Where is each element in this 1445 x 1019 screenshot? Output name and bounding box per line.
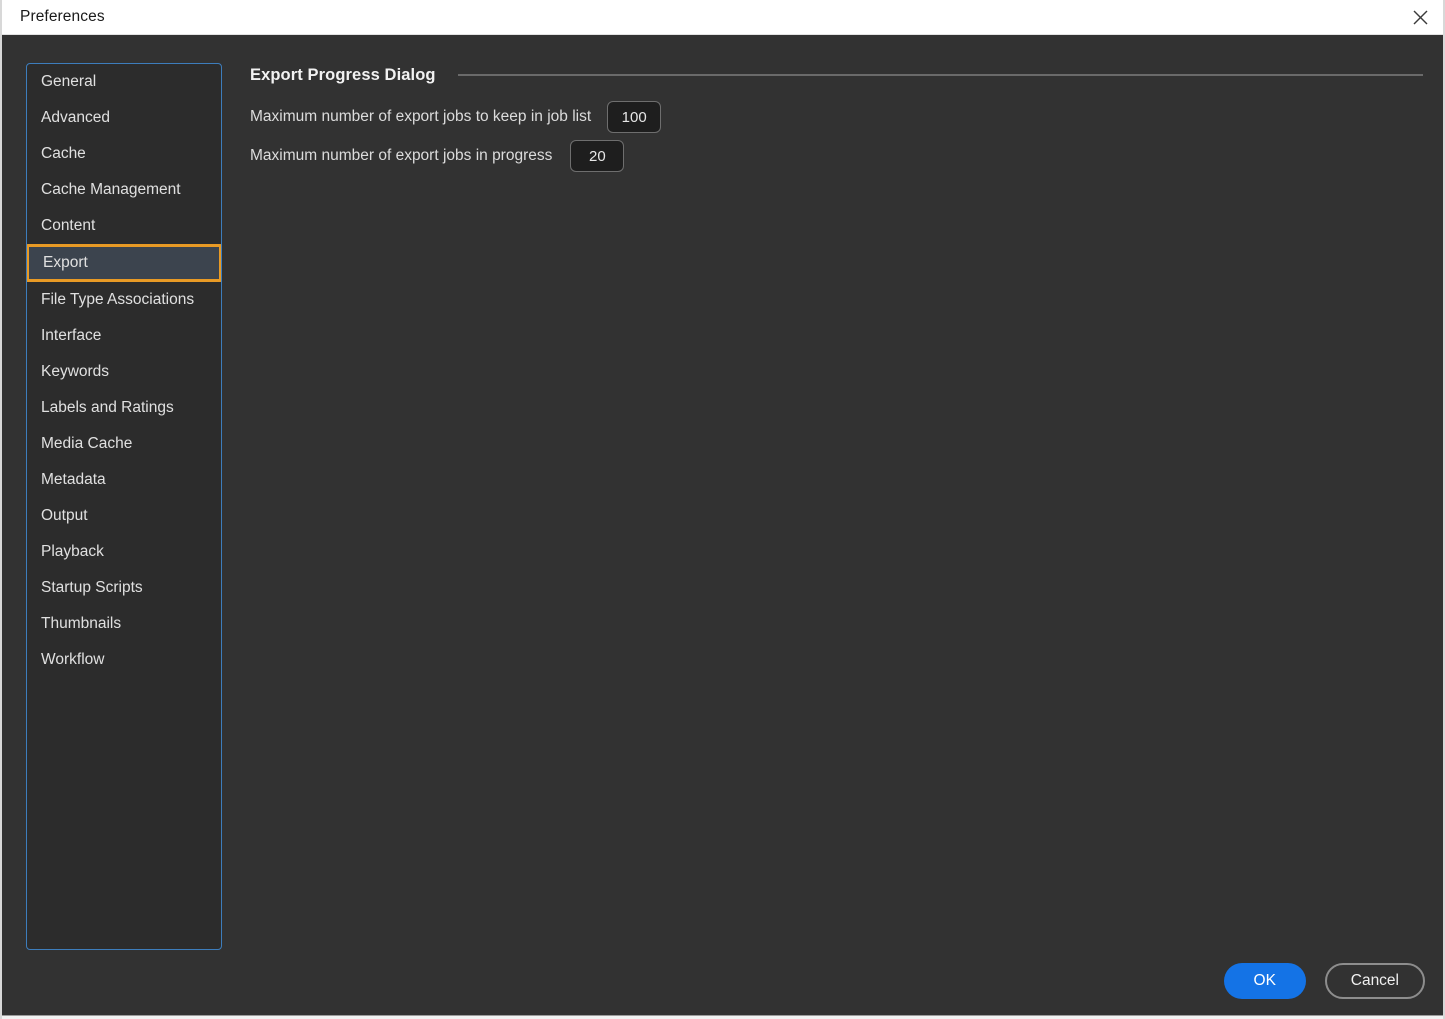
section-divider (458, 74, 1423, 76)
max-jobs-in-list-label: Maximum number of export jobs to keep in… (250, 108, 591, 126)
dialog-footer: OK Cancel (1224, 963, 1425, 999)
preferences-category-list[interactable]: General Advanced Cache Cache Management … (26, 63, 222, 950)
window-title: Preferences (20, 8, 105, 26)
export-settings-panel: Export Progress Dialog Maximum number of… (250, 63, 1425, 172)
max-jobs-in-progress-label: Maximum number of export jobs in progres… (250, 147, 552, 165)
cancel-button[interactable]: Cancel (1325, 963, 1425, 999)
sidebar-item-general[interactable]: General (27, 64, 221, 100)
sidebar-item-metadata[interactable]: Metadata (27, 462, 221, 498)
sidebar-item-thumbnails[interactable]: Thumbnails (27, 606, 221, 642)
sidebar-item-playback[interactable]: Playback (27, 534, 221, 570)
sidebar-item-labels-and-ratings[interactable]: Labels and Ratings (27, 390, 221, 426)
sidebar-item-export-selected[interactable]: Export (26, 244, 222, 282)
sidebar-item-cache[interactable]: Cache (27, 136, 221, 172)
sidebar-item-advanced[interactable]: Advanced (27, 100, 221, 136)
sidebar-item-file-type-associations[interactable]: File Type Associations (27, 282, 221, 318)
sidebar-item-export[interactable]: Export (29, 247, 219, 279)
max-jobs-in-progress-row: Maximum number of export jobs in progres… (250, 140, 1425, 172)
ok-button[interactable]: OK (1224, 963, 1306, 999)
sidebar-item-cache-management[interactable]: Cache Management (27, 172, 221, 208)
close-icon[interactable] (1397, 0, 1443, 34)
sidebar-item-workflow[interactable]: Workflow (27, 642, 221, 678)
title-bar: Preferences (2, 0, 1443, 35)
sidebar-item-keywords[interactable]: Keywords (27, 354, 221, 390)
max-jobs-in-list-row: Maximum number of export jobs to keep in… (250, 101, 1425, 133)
max-jobs-in-list-input[interactable] (607, 101, 661, 133)
sidebar-item-interface[interactable]: Interface (27, 318, 221, 354)
sidebar-item-output[interactable]: Output (27, 498, 221, 534)
sidebar-item-content[interactable]: Content (27, 208, 221, 244)
section-title: Export Progress Dialog (250, 66, 436, 85)
sidebar-item-media-cache[interactable]: Media Cache (27, 426, 221, 462)
max-jobs-in-progress-input[interactable] (570, 140, 624, 172)
preferences-window: Preferences General Advanced Cache Cache… (0, 0, 1445, 1019)
dialog-body: General Advanced Cache Cache Management … (2, 35, 1443, 1015)
sidebar-item-startup-scripts[interactable]: Startup Scripts (27, 570, 221, 606)
section-header: Export Progress Dialog (250, 63, 1425, 87)
window-bottom-edge (2, 1015, 1443, 1019)
